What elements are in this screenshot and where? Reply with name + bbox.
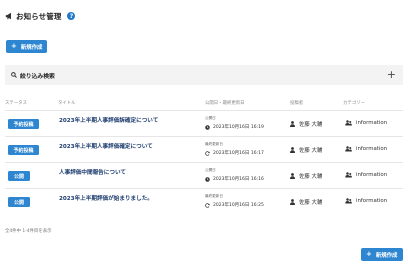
table-row[interactable]: 公開 2023年上半期評価が始まりました。 最終更新日 2023年10月16日 … [5, 188, 403, 214]
megaphone-icon [5, 12, 11, 20]
page-title: お知らせ管理 [16, 11, 62, 21]
new-notice-button-label: 新規作成 [375, 252, 398, 259]
date-value: 2023年10月16日 16:16 [205, 176, 264, 182]
column-header-status: ステータス [5, 101, 27, 106]
column-header-date: 公開日・最終更新日 [205, 101, 245, 106]
notice-title-link[interactable]: 2023年上半期人事評価訴確定について [59, 116, 158, 124]
table-row[interactable]: 予約投稿 2023年上半期人事評価訴確定について 公開日 2023年10月16日… [5, 110, 403, 136]
users-icon [345, 198, 352, 204]
notice-title-link[interactable]: 2023年上半期人事評価確定について [59, 142, 153, 150]
category: information [345, 120, 387, 126]
category-name: information [356, 172, 388, 178]
expand-filter-icon[interactable]: + [387, 68, 396, 82]
status-badge: 予約投稿 [8, 145, 39, 155]
category: information [345, 198, 387, 204]
table-row[interactable]: 予約投稿 2023年上半期人事評価確定について 最終更新日 2023年10月16… [5, 136, 403, 162]
date-text: 2023年10月16日 16:25 [213, 203, 264, 208]
page-header: お知らせ管理 ? [5, 9, 76, 23]
table-header: ステータス タイトル 公開日・最終更新日 投稿者 カテゴリー [0, 100, 408, 108]
date-label: 最終更新日 [205, 142, 223, 146]
author-name: 佐藤 大輔 [299, 148, 323, 154]
author: 佐藤 大輔 [290, 172, 322, 180]
plus-icon: + [11, 42, 17, 50]
author: 佐藤 大輔 [290, 146, 322, 154]
question-circle-icon[interactable]: ? [67, 12, 76, 20]
users-icon [345, 172, 352, 178]
users-icon [345, 120, 352, 126]
users-icon [345, 146, 352, 152]
date-value: 2023年10月16日 16:19 [205, 124, 264, 130]
user-icon [290, 121, 295, 127]
user-icon [290, 147, 295, 153]
filter-label: 絞り込み検索 [20, 73, 55, 80]
new-notice-button-bottom[interactable]: + 新規作成 [361, 248, 403, 261]
category: information [345, 172, 387, 178]
date-text: 2023年10月16日 16:16 [213, 177, 264, 182]
new-notice-button[interactable]: + 新規作成 [6, 40, 47, 53]
author-name: 佐藤 大輔 [299, 200, 323, 206]
category: information [345, 146, 387, 152]
user-icon [290, 199, 295, 205]
refresh-icon [205, 150, 210, 156]
new-notice-button-label: 新規作成 [20, 44, 43, 51]
category-name: information [356, 120, 388, 126]
clock-icon [205, 124, 210, 130]
clock-icon [205, 176, 210, 182]
filter-panel[interactable]: 絞り込み検索 + [5, 65, 403, 85]
column-header-author: 投稿者 [290, 101, 304, 106]
category-name: information [356, 198, 388, 204]
status-badge: 公開 [8, 171, 30, 181]
author-name: 佐藤 大輔 [299, 174, 323, 180]
date-value: 2023年10月16日 16:17 [205, 150, 264, 156]
category-name: information [356, 146, 388, 152]
plus-icon: + [366, 250, 372, 258]
date-text: 2023年10月16日 16:19 [213, 125, 264, 130]
table-row[interactable]: 公開 人事評価中間報告について 公開日 2023年10月16日 16:16 佐藤… [5, 162, 403, 188]
author: 佐藤 大輔 [290, 120, 322, 128]
date-label: 公開日 [205, 116, 216, 120]
pagination-summary: 全4件中 1-4件目を表示 [5, 229, 52, 234]
author: 佐藤 大輔 [290, 198, 322, 206]
author-name: 佐藤 大輔 [299, 122, 323, 128]
column-header-title: タイトル [58, 101, 76, 106]
date-value: 2023年10月16日 16:25 [205, 202, 264, 208]
notice-title-link[interactable]: 2023年上半期評価が始まりました。 [59, 194, 153, 202]
refresh-icon [205, 202, 210, 208]
date-text: 2023年10月16日 16:17 [213, 151, 264, 156]
date-label: 最終更新日 [205, 194, 223, 198]
status-badge: 公開 [8, 197, 30, 207]
search-icon [11, 72, 17, 78]
user-icon [290, 173, 295, 179]
column-header-category: カテゴリー [343, 101, 365, 106]
date-label: 公開日 [205, 168, 216, 172]
status-badge: 予約投稿 [8, 119, 39, 129]
notice-title-link[interactable]: 人事評価中間報告について [59, 168, 126, 176]
